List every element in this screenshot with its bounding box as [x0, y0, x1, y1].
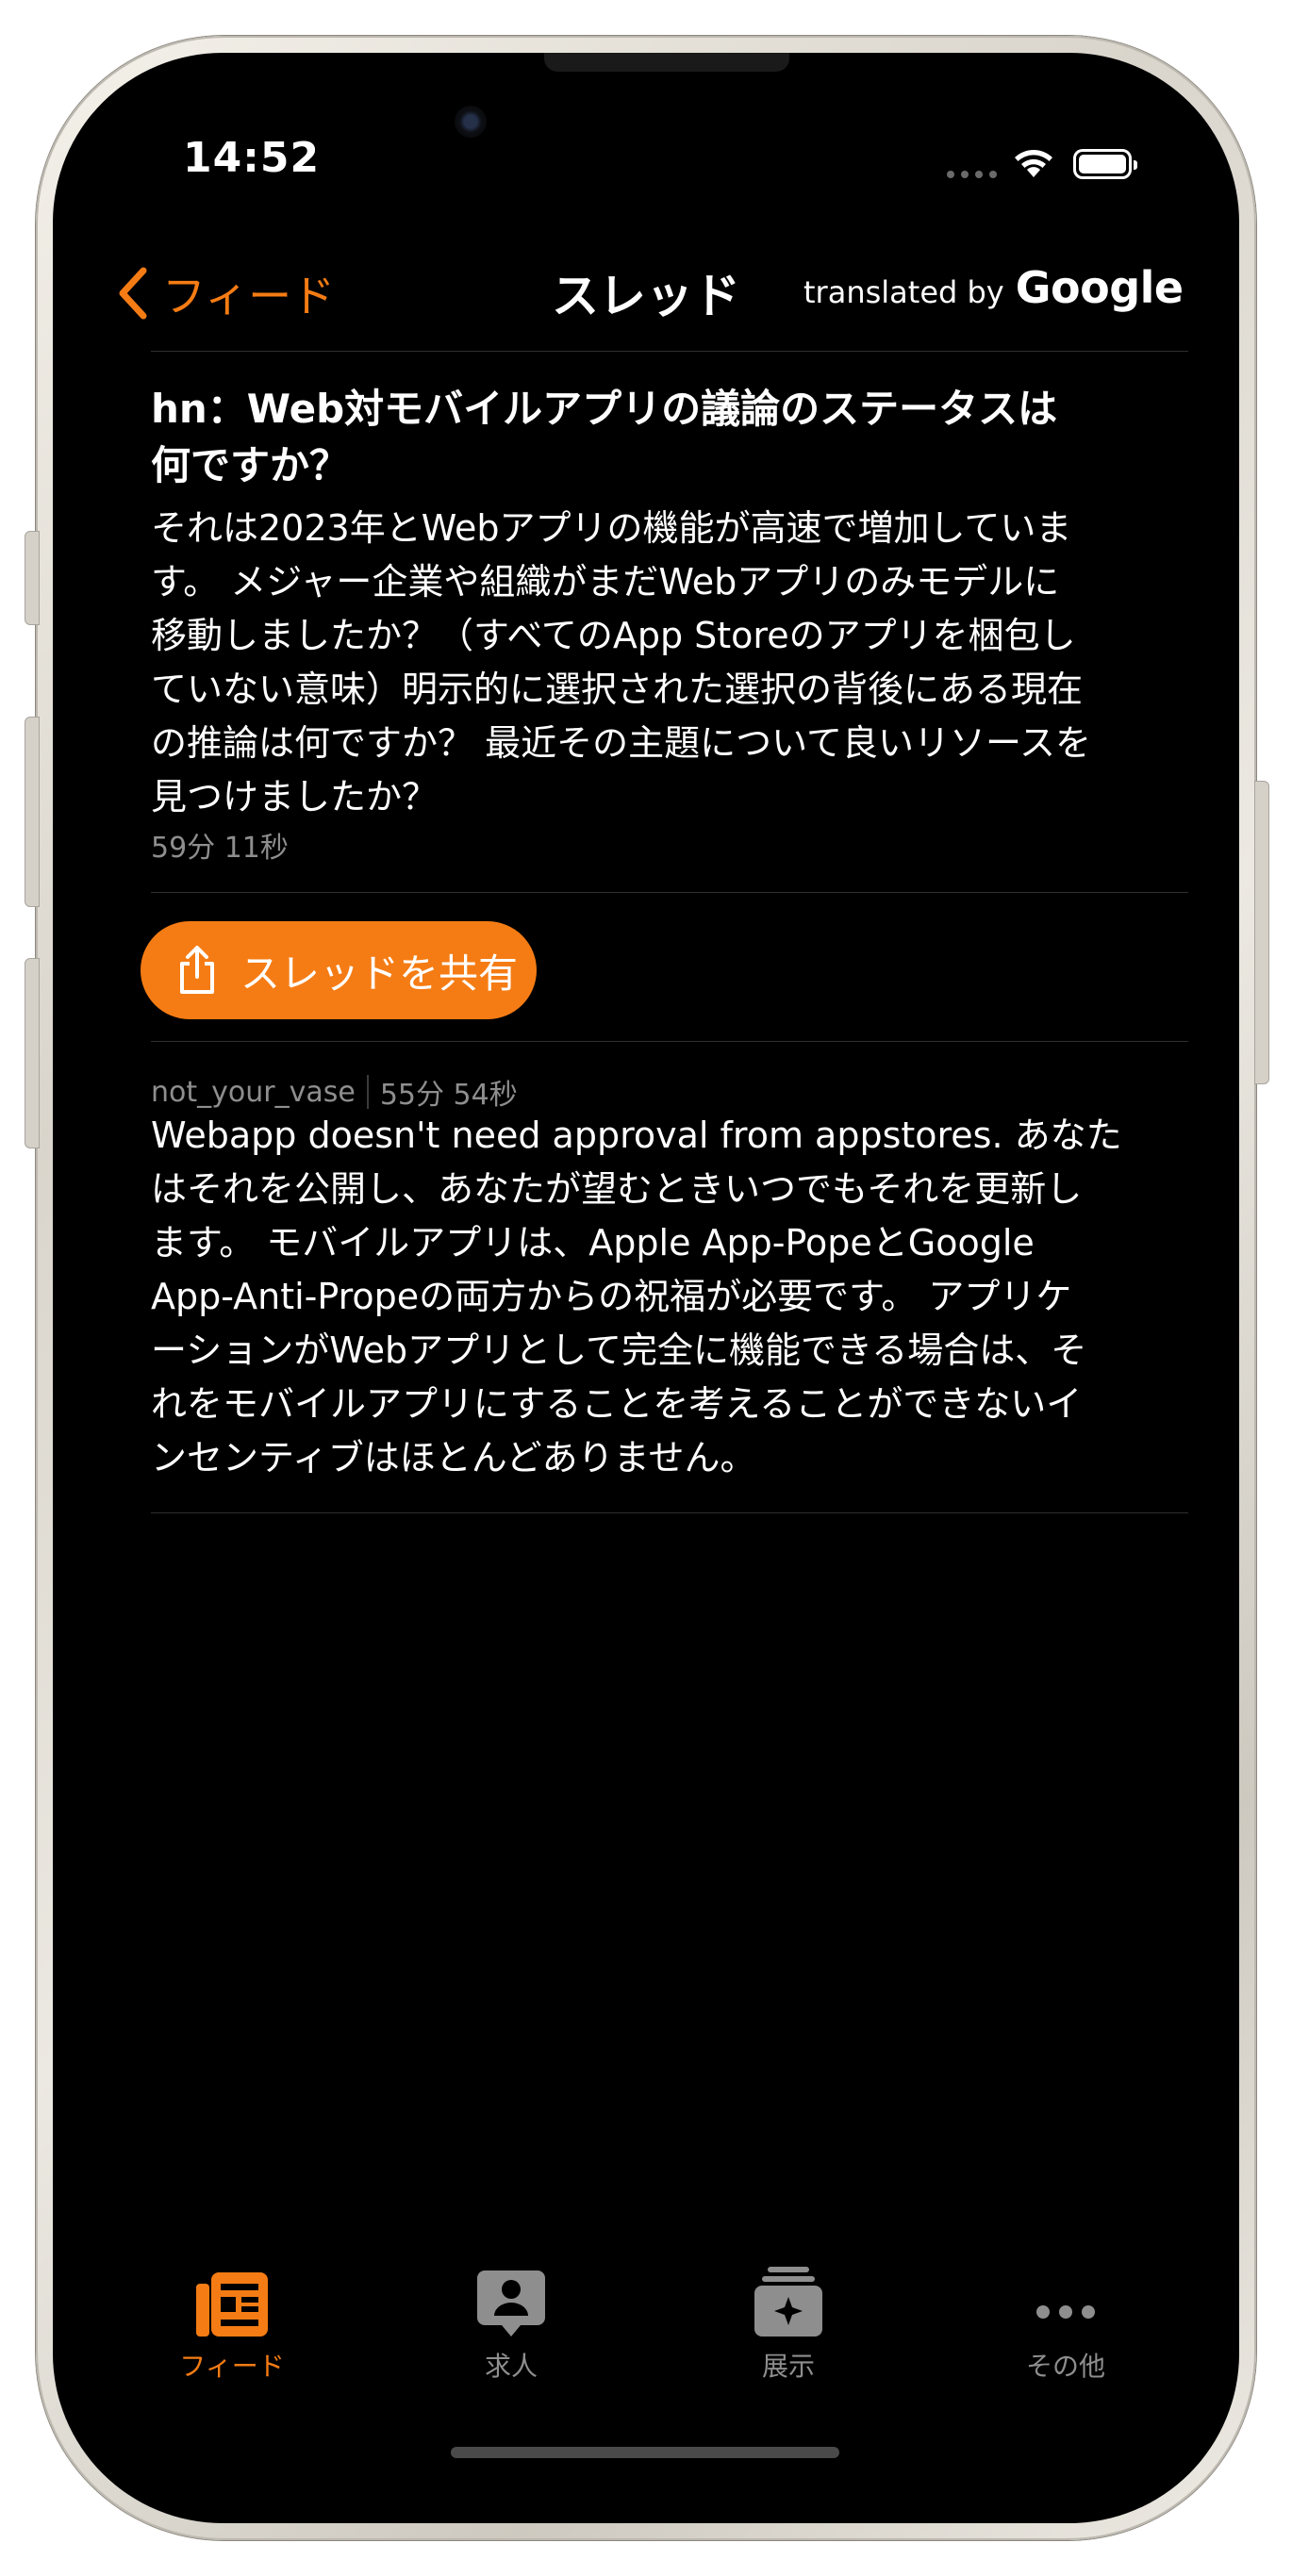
action-button [25, 531, 40, 625]
showcase-icon [754, 2267, 822, 2337]
meta-divider [366, 1075, 369, 1109]
wifi-icon [1015, 150, 1052, 177]
tab-feed[interactable]: フィード [138, 2259, 326, 2384]
page-title: スレッド [552, 269, 740, 323]
comment-body-line: ーションがWebアプリとして完全に機能できる場合は、そ [151, 1329, 1087, 1371]
comment-body-line: はそれを公開し、あなたが望むときいつでもそれを更新し [151, 1168, 1083, 1210]
comment-body-line: App-Anti-Propeの両方からの祝福が必要です。 アプリケ [151, 1276, 1072, 1317]
post-body-line: 移動しましたか？（すべてのApp Storeのアプリを梱包し [151, 615, 1076, 656]
feed-icon [196, 2272, 268, 2337]
tab-jobs[interactable]: 求人 [417, 2259, 605, 2384]
speaker-grille [544, 53, 789, 72]
share-icon [180, 946, 214, 994]
volume-up-button [25, 717, 40, 907]
share-thread-button[interactable]: スレッドを共有 [141, 921, 537, 1019]
share-divider [151, 1041, 1188, 1042]
comment-body-line: れをモバイルアプリにすることを考えることができないイ [151, 1383, 1083, 1425]
back-button[interactable]: フィード [117, 262, 335, 324]
post-body-line: それは2023年とWebアプリの機能が高速で増加していま [151, 507, 1072, 549]
status-time: 14:52 [183, 134, 321, 182]
front-camera [455, 106, 487, 138]
post-title: hn：Web対モバイルアプリの議論のステータスは 何ですか？ [151, 381, 1188, 494]
side-button [1254, 781, 1269, 1084]
share-thread-label: スレッドを共有 [240, 949, 519, 997]
post-timestamp: 59分 11秒 [151, 832, 289, 865]
jobs-icon [477, 2271, 545, 2337]
nav-divider [151, 351, 1188, 352]
comment-body: Webapp doesn't need approval from appsto… [151, 1109, 1188, 1485]
comment-meta: not_your_vase 55分 54秒 [151, 1071, 518, 1113]
tab-bar: フィード 求人 展示 その他 [53, 2259, 1239, 2391]
post-divider [151, 892, 1188, 893]
translated-by-text: translated by [803, 274, 1004, 310]
translation-attribution: translated by Google [803, 262, 1184, 313]
post-title-line: hn：Web対モバイルアプリの議論のステータスは [151, 386, 1058, 432]
comment-body-line: Webapp doesn't need approval from appsto… [151, 1115, 1122, 1156]
tab-showcase-label: 展示 [761, 2351, 815, 2382]
post-title-line: 何ですか？ [151, 442, 350, 488]
comment-body-line: ます。 モバイルアプリは、Apple App-PopeとGoogle [151, 1222, 1035, 1263]
battery-icon [1073, 149, 1137, 179]
more-icon [1036, 2305, 1095, 2319]
cellular-signal-icon [947, 171, 997, 178]
google-logo: Google [1015, 262, 1184, 313]
home-indicator[interactable] [451, 2447, 839, 2458]
comment-divider [151, 1512, 1188, 1513]
post-body: それは2023年とWebアプリの機能が高速で増加していま す。 メジャー企業や組… [151, 502, 1188, 824]
tab-jobs-label: 求人 [484, 2351, 538, 2382]
comment-author[interactable]: not_your_vase [151, 1076, 356, 1109]
post-body-line: 見つけましたか？ [151, 776, 439, 817]
chevron-left-icon [119, 267, 147, 320]
post-body-line: ていない意味）明示的に選択された選択の背後にある現在 [151, 669, 1084, 710]
back-button-label: フィード [162, 271, 336, 322]
comment-timestamp: 55分 54秒 [379, 1079, 518, 1112]
volume-down-button [25, 958, 40, 1148]
tab-more[interactable]: その他 [971, 2259, 1160, 2384]
tab-more-label: その他 [1025, 2351, 1105, 2382]
comment-body-line: ンセンティブはほとんどありません。 [151, 1437, 756, 1478]
tab-showcase[interactable]: 展示 [694, 2259, 883, 2384]
screen: 14:52 フィード スレッド translated by Google hn：… [53, 53, 1239, 2523]
post-body-line: す。 メジャー企業や組織がまだWebアプリのみモデルに [151, 561, 1060, 603]
post-body-line: の推論は何ですか？ 最近その主題について良いリソースを [151, 722, 1092, 764]
tab-feed-label: フィード [179, 2351, 285, 2382]
